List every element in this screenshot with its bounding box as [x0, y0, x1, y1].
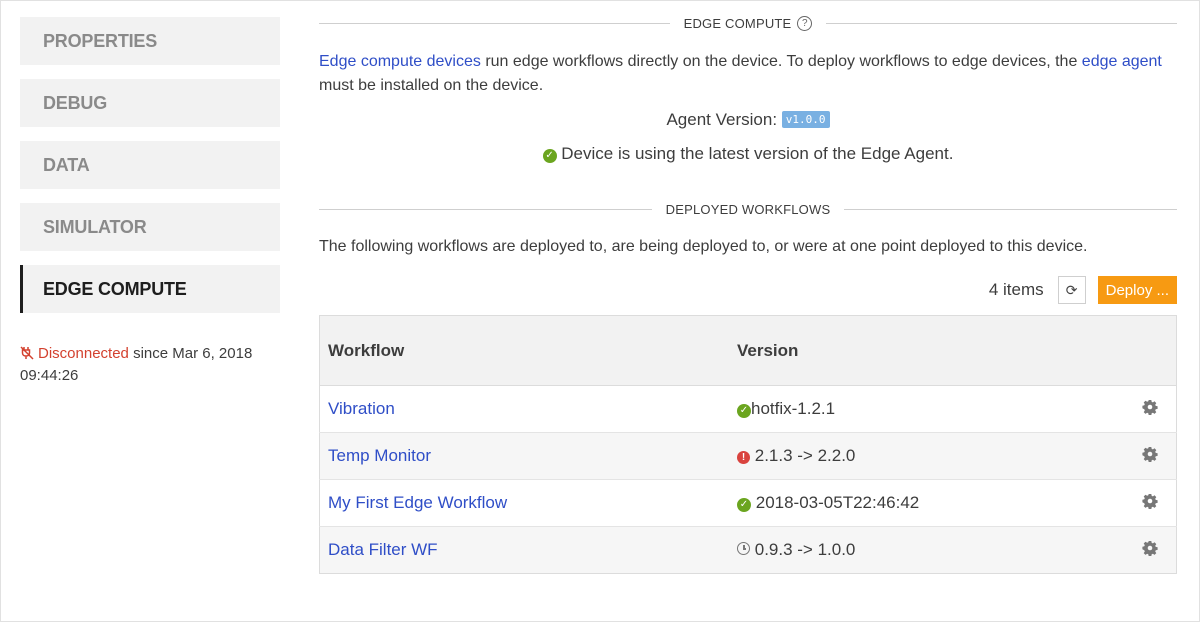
connection-status: Disconnected since Mar 6, 2018 09:44:26 [20, 343, 280, 387]
deployed-workflows-title: DEPLOYED WORKFLOWS [665, 201, 831, 217]
deployed-workflows-header: DEPLOYED WORKFLOWS [319, 196, 1177, 222]
version-text: 2018-03-05T22:46:42 [755, 493, 920, 512]
gear-icon[interactable] [1142, 540, 1158, 556]
version-cell: ! 2.1.3 -> 2.2.0 [729, 432, 1125, 480]
help-icon[interactable]: ? [797, 15, 813, 31]
intro-text-1: run edge workflows directly on the devic… [480, 53, 1082, 70]
divider-line [319, 208, 652, 210]
table-row: Data Filter WF 0.9.3 -> 1.0.0 [319, 526, 1177, 574]
agent-version-label: Agent Version: [666, 110, 778, 129]
disconnected-since: since Mar 6, 2018 [133, 345, 253, 362]
divider-line [826, 22, 1178, 24]
edge-compute-intro: Edge compute devices run edge workflows … [319, 50, 1177, 98]
actions-cell [1125, 479, 1177, 527]
item-count: 4 items [988, 280, 1044, 299]
sidebar-item-simulator[interactable]: SIMULATOR [20, 203, 280, 251]
table-row: My First Edge Workflow ✓ 2018-03-05T22:4… [319, 479, 1177, 527]
deploy-button[interactable]: Deploy ... [1097, 276, 1177, 304]
intro-text-2: must be installed on the device. [319, 77, 544, 94]
workflows-toolbar: 4 items ⟳ Deploy ... [319, 276, 1177, 304]
sidebar-item-data[interactable]: DATA [20, 141, 280, 189]
edge-compute-header: EDGE COMPUTE ? [319, 10, 1178, 36]
disconnected-time: 09:44:26 [20, 367, 79, 384]
column-header-version: Version [729, 315, 1125, 386]
gear-icon[interactable] [1142, 446, 1158, 462]
deployed-workflows-description: The following workflows are deployed to,… [319, 238, 1088, 255]
workflow-link[interactable]: My First Edge Workflow [328, 493, 507, 512]
check-circle-icon: ✓ [542, 149, 557, 163]
version-cell: ✓ hotfix-1.2.1 [729, 385, 1125, 433]
divider-line [319, 22, 670, 24]
workflow-cell: Data Filter WF [319, 526, 729, 574]
table-row: Vibration ✓ hotfix-1.2.1 [319, 385, 1177, 433]
workflow-cell: My First Edge Workflow [319, 479, 729, 527]
version-cell: ✓ 2018-03-05T22:46:42 [729, 479, 1125, 527]
actions-cell [1125, 432, 1177, 480]
agent-status-row: ✓ Device is using the latest version of … [319, 144, 1177, 164]
actions-cell [1125, 385, 1177, 433]
error-circle-icon: ! [737, 451, 750, 464]
workflow-link[interactable]: Vibration [328, 399, 395, 418]
workflow-link[interactable]: Data Filter WF [328, 540, 438, 559]
column-header-workflow: Workflow [319, 315, 729, 386]
table-row: Temp Monitor ! 2.1.3 -> 2.2.0 [319, 432, 1177, 480]
table-header-row: Workflow Version [319, 315, 1177, 386]
sidebar-item-properties[interactable]: PROPERTIES [20, 17, 280, 65]
divider-line [844, 208, 1177, 210]
edge-compute-devices-link[interactable]: Edge compute devices [319, 53, 481, 70]
edge-compute-title-wrap: EDGE COMPUTE ? [670, 15, 827, 31]
agent-version-row: Agent Version: v1.0.0 [319, 110, 1177, 130]
check-circle-icon: ✓ [737, 404, 751, 418]
clock-icon [737, 542, 750, 555]
workflow-cell: Temp Monitor [319, 432, 729, 480]
deployed-workflows-table: Workflow Version Vibration ✓ hotfix-1.2.1… [319, 315, 1177, 574]
version-text: 0.9.3 -> 1.0.0 [754, 540, 856, 559]
version-text: hotfix-1.2.1 [751, 399, 836, 418]
refresh-icon: ⟳ [1065, 281, 1078, 298]
workflow-link[interactable]: Temp Monitor [328, 446, 431, 465]
disconnected-label: Disconnected [38, 345, 129, 362]
version-cell: 0.9.3 -> 1.0.0 [729, 526, 1125, 574]
column-header-actions [1125, 315, 1177, 386]
main-content: EDGE COMPUTE ? Edge compute devices run … [319, 10, 1178, 574]
workflow-cell: Vibration [319, 385, 729, 433]
gear-icon[interactable] [1142, 399, 1158, 415]
version-text: 2.1.3 -> 2.2.0 [754, 446, 856, 465]
disconnected-plug-icon [20, 346, 34, 360]
agent-status-text: Device is using the latest version of th… [561, 144, 954, 163]
edge-compute-title: EDGE COMPUTE [683, 15, 792, 31]
agent-version-badge: v1.0.0 [781, 111, 830, 128]
edge-agent-link[interactable]: edge agent [1082, 53, 1162, 70]
gear-icon[interactable] [1142, 493, 1158, 509]
sidebar-item-edge-compute[interactable]: EDGE COMPUTE [20, 265, 280, 313]
refresh-button[interactable]: ⟳ [1057, 276, 1086, 304]
sidebar-item-debug[interactable]: DEBUG [20, 79, 280, 127]
sidebar: PROPERTIES DEBUG DATA SIMULATOR EDGE COM… [20, 17, 280, 327]
check-circle-icon: ✓ [737, 498, 751, 512]
actions-cell [1125, 526, 1177, 574]
